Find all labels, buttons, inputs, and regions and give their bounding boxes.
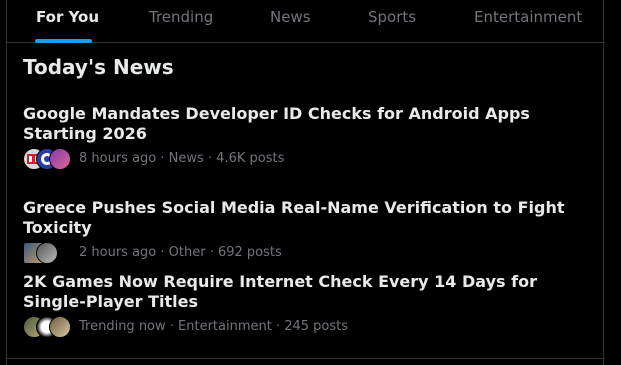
tab-sports[interactable]: Sports: [368, 0, 416, 43]
user-avatar: [49, 148, 71, 170]
news-story[interactable]: Greece Pushes Social Media Real-Name Ver…: [23, 198, 595, 264]
news-story[interactable]: Google Mandates Developer ID Checks for …: [23, 104, 595, 170]
explore-tabs: For You Trending News Sports Entertainme…: [7, 0, 605, 43]
explore-panel: For You Trending News Sports Entertainme…: [6, 0, 605, 365]
tab-for-you[interactable]: For You: [36, 0, 99, 43]
story-meta: 8 hours ago · News · 4.6K posts: [79, 151, 285, 166]
tab-entertainment[interactable]: Entertainment: [474, 0, 582, 43]
story-headline[interactable]: Google Mandates Developer ID Checks for …: [23, 104, 595, 144]
story-headline[interactable]: 2K Games Now Require Internet Check Ever…: [23, 272, 595, 312]
active-tab-indicator: [35, 39, 92, 43]
divider: [7, 358, 605, 359]
user-avatar: [49, 316, 71, 338]
story-meta-row: Trending now · Entertainment · 245 posts: [23, 316, 595, 338]
avatar-stack: [23, 148, 75, 170]
tab-trending[interactable]: Trending: [149, 0, 213, 43]
story-meta: 2 hours ago · Other · 692 posts: [79, 245, 282, 260]
user-avatar: [36, 242, 58, 264]
section-title: Today's News: [23, 55, 174, 79]
story-meta: Trending now · Entertainment · 245 posts: [79, 319, 349, 334]
story-meta-row: 2 hours ago · Other · 692 posts: [23, 242, 595, 264]
story-headline[interactable]: Greece Pushes Social Media Real-Name Ver…: [23, 198, 595, 238]
avatar-stack: [23, 242, 75, 264]
story-meta-row: 8 hours ago · News · 4.6K posts: [23, 148, 595, 170]
tab-news[interactable]: News: [270, 0, 311, 43]
news-story[interactable]: 2K Games Now Require Internet Check Ever…: [23, 272, 595, 338]
avatar-stack: [23, 316, 75, 338]
